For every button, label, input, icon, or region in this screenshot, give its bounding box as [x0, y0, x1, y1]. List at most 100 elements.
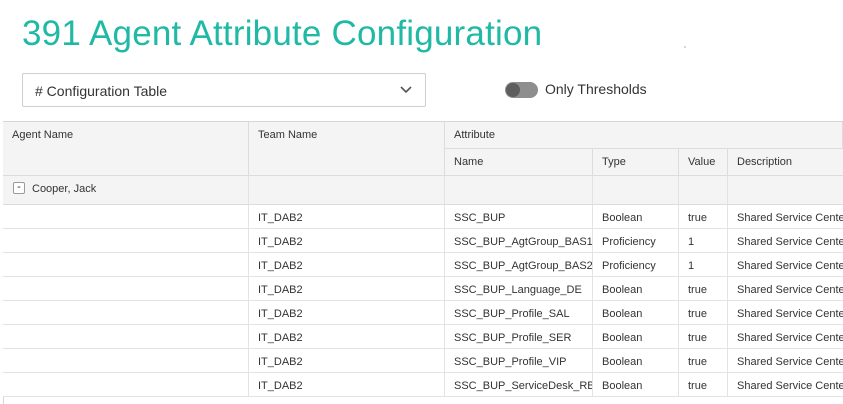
team-cell-text: IT_DAB2 — [258, 284, 303, 296]
agent-cell[interactable] — [3, 325, 249, 349]
attribute-type-cell[interactable]: Boolean — [593, 373, 679, 397]
attribute-value-cell-text: 1 — [688, 236, 695, 248]
attribute-name-cell[interactable]: SSC_BUP_AgtGroup_BAS1 — [445, 229, 593, 253]
attribute-description-cell[interactable]: Shared Service Center — [728, 229, 843, 253]
group-cell — [445, 176, 593, 205]
only-thresholds-label: Only Thresholds — [545, 81, 647, 97]
attribute-name-cell[interactable]: SSC_BUP_AgtGroup_BAS2 — [445, 253, 593, 277]
attribute-value-cell[interactable]: true — [679, 301, 728, 325]
attribute-value-cell[interactable]: true — [679, 205, 728, 229]
attribute-value-cell-text: 1 — [688, 260, 695, 272]
attribute-description-cell[interactable]: Shared Service Center — [728, 301, 843, 325]
attribute-name-cell-text: SSC_BUP_ServiceDesk_RBA — [454, 380, 593, 392]
attribute-description-cell-text: Shared Service Center — [737, 284, 843, 296]
column-header-attribute: Attribute — [445, 122, 843, 149]
attribute-value-cell[interactable]: 1 — [679, 229, 728, 253]
agent-cell[interactable] — [3, 277, 249, 301]
configuration-select[interactable]: # Configuration Table — [22, 73, 426, 107]
attribute-value-cell[interactable]: 1 — [679, 253, 728, 277]
column-header-type[interactable]: Type — [593, 149, 679, 176]
attribute-name-cell[interactable]: SSC_BUP — [445, 205, 593, 229]
agent-cell[interactable] — [3, 349, 249, 373]
column-header-label: Team Name — [258, 129, 318, 141]
attribute-name-cell[interactable]: SSC_BUP_Profile_VIP — [445, 349, 593, 373]
page-title: 391 Agent Attribute Configuration — [22, 14, 543, 53]
attribute-value-cell-text: true — [688, 356, 707, 368]
chevron-down-icon — [400, 86, 412, 94]
attribute-type-cell[interactable]: Boolean — [593, 205, 679, 229]
attribute-value-cell-text: true — [688, 332, 707, 344]
attribute-value-cell-text: true — [688, 284, 707, 296]
team-cell[interactable]: IT_DAB2 — [249, 205, 445, 229]
attribute-description-cell[interactable]: Shared Service Center — [728, 373, 843, 397]
attribute-type-cell-text: Boolean — [602, 308, 643, 320]
team-cell[interactable]: IT_DAB2 — [249, 349, 445, 373]
agent-cell[interactable] — [3, 205, 249, 229]
attribute-value-cell-text: true — [688, 308, 707, 320]
only-thresholds-toggle[interactable] — [505, 82, 538, 98]
attribute-type-cell[interactable]: Boolean — [593, 301, 679, 325]
agent-cell[interactable] — [3, 301, 249, 325]
attribute-name-cell[interactable]: SSC_BUP_Language_DE — [445, 277, 593, 301]
attribute-description-cell-text: Shared Service Center — [737, 212, 843, 224]
team-cell-text: IT_DAB2 — [258, 260, 303, 272]
team-cell[interactable]: IT_DAB2 — [249, 325, 445, 349]
attribute-value-cell[interactable]: true — [679, 325, 728, 349]
column-header-name[interactable]: Name — [445, 149, 593, 176]
attribute-description-cell-text: Shared Service Center — [737, 332, 843, 344]
attribute-description-cell[interactable]: Shared Service Center — [728, 277, 843, 301]
group-row-agent[interactable]: - Cooper, Jack — [3, 176, 249, 205]
agent-cell[interactable] — [3, 373, 249, 397]
attribute-description-cell-text: Shared Service Center — [737, 356, 843, 368]
attribute-value-cell-text: true — [688, 212, 707, 224]
column-header-description[interactable]: Description — [728, 149, 843, 176]
attribute-name-cell-text: SSC_BUP_Profile_SAL — [454, 308, 570, 320]
team-cell[interactable]: IT_DAB2 — [249, 373, 445, 397]
team-cell[interactable]: IT_DAB2 — [249, 277, 445, 301]
team-cell[interactable]: IT_DAB2 — [249, 301, 445, 325]
attribute-description-cell[interactable]: Shared Service Center — [728, 349, 843, 373]
team-cell[interactable]: IT_DAB2 — [249, 229, 445, 253]
attribute-name-cell-text: SSC_BUP_AgtGroup_BAS1 — [454, 236, 593, 248]
group-agent-name: Cooper, Jack — [32, 183, 97, 195]
team-cell-text: IT_DAB2 — [258, 356, 303, 368]
attribute-type-cell-text: Boolean — [602, 356, 643, 368]
attribute-description-cell-text: Shared Service Center — [737, 260, 843, 272]
column-header-label: Type — [602, 156, 626, 168]
agent-cell[interactable] — [3, 229, 249, 253]
column-header-label: Attribute — [454, 129, 495, 141]
team-cell[interactable]: IT_DAB2 — [249, 253, 445, 277]
team-cell-text: IT_DAB2 — [258, 332, 303, 344]
group-cell — [728, 176, 843, 205]
attribute-type-cell[interactable]: Boolean — [593, 349, 679, 373]
attribute-name-cell[interactable]: SSC_BUP_Profile_SER — [445, 325, 593, 349]
attribute-type-cell[interactable]: Boolean — [593, 277, 679, 301]
attribute-description-cell[interactable]: Shared Service Center — [728, 253, 843, 277]
attribute-description-cell[interactable]: Shared Service Center — [728, 205, 843, 229]
group-cell — [679, 176, 728, 205]
attribute-type-cell[interactable]: Proficiency — [593, 253, 679, 277]
attribute-type-cell-text: Proficiency — [602, 260, 656, 272]
attribute-name-cell[interactable]: SSC_BUP_ServiceDesk_RBA — [445, 373, 593, 397]
column-header-agent-name[interactable]: Agent Name — [3, 122, 249, 176]
attribute-type-cell-text: Boolean — [602, 212, 643, 224]
attribute-name-cell-text: SSC_BUP — [454, 212, 506, 224]
column-header-label: Agent Name — [12, 129, 74, 141]
configuration-select-value: # Configuration Table — [35, 83, 168, 99]
attribute-name-cell[interactable]: SSC_BUP_Profile_SAL — [445, 301, 593, 325]
attribute-description-cell[interactable]: Shared Service Center — [728, 325, 843, 349]
attribute-type-cell[interactable]: Proficiency — [593, 229, 679, 253]
attribute-type-cell-text: Boolean — [602, 380, 643, 392]
team-cell-text: IT_DAB2 — [258, 308, 303, 320]
attribute-type-cell[interactable]: Boolean — [593, 325, 679, 349]
attribute-value-cell[interactable]: true — [679, 349, 728, 373]
collapse-toggle-icon[interactable]: - — [13, 182, 25, 194]
column-header-label: Value — [688, 156, 716, 168]
agent-cell[interactable] — [3, 253, 249, 277]
toggle-knob — [506, 83, 520, 97]
team-cell-text: IT_DAB2 — [258, 236, 303, 248]
column-header-value[interactable]: Value — [679, 149, 728, 176]
attribute-value-cell[interactable]: true — [679, 373, 728, 397]
attribute-value-cell[interactable]: true — [679, 277, 728, 301]
column-header-team-name[interactable]: Team Name — [249, 122, 445, 176]
